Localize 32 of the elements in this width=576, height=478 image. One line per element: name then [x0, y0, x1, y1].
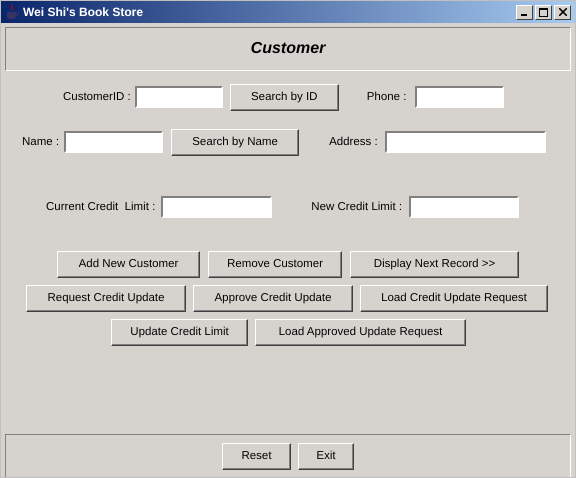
action-button[interactable]: Request Credit Update — [26, 284, 186, 312]
close-button[interactable] — [554, 4, 571, 20]
field-label: Current Credit Limit : — [46, 201, 156, 213]
input-field[interactable] — [64, 131, 164, 153]
input-field[interactable] — [384, 131, 546, 153]
maximize-icon — [539, 8, 548, 16]
action-button[interactable]: Remove Customer — [208, 250, 342, 278]
input-field[interactable] — [415, 86, 504, 108]
maximize-button[interactable] — [535, 4, 552, 20]
action-button[interactable]: Display Next Record >> — [350, 250, 519, 278]
action-button[interactable]: Load Approved Update Request — [255, 318, 466, 346]
field-label: CustomerID : — [63, 91, 131, 103]
footer-button[interactable]: Reset — [222, 442, 291, 470]
search-button[interactable]: Search by ID — [230, 84, 339, 110]
input-field[interactable] — [134, 86, 223, 108]
search-button[interactable]: Search by Name — [171, 128, 300, 156]
field-label: Address : — [329, 136, 378, 148]
action-button[interactable]: Update Credit Limit — [111, 318, 248, 346]
minimize-button[interactable] — [516, 4, 533, 20]
input-field[interactable] — [409, 196, 520, 218]
panel-title: Customer — [250, 40, 326, 58]
close-icon — [558, 8, 566, 16]
field-label: Name : — [22, 136, 60, 148]
field-label: Phone : — [366, 91, 406, 103]
field-label: New Credit Limit : — [311, 201, 402, 213]
action-button[interactable]: Load Credit Update Request — [360, 284, 548, 312]
coffee-cup-icon — [5, 4, 19, 20]
action-button[interactable]: Add New Customer — [57, 250, 200, 278]
action-button[interactable]: Approve Credit Update — [193, 284, 353, 312]
footer-button[interactable]: Exit — [298, 442, 354, 470]
input-field[interactable] — [161, 196, 272, 218]
window-title: Wei Shi's Book Store — [23, 5, 144, 19]
